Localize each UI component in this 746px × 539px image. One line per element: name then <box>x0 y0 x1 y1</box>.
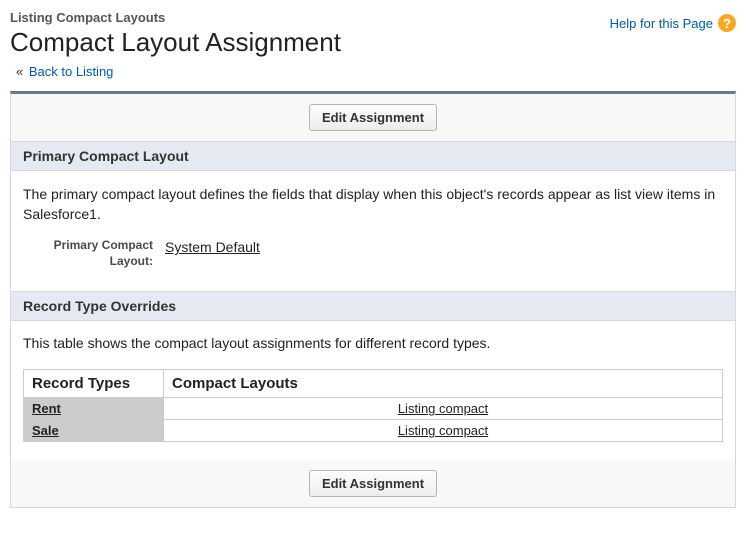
overrides-section-body: This table shows the compact layout assi… <box>11 321 735 460</box>
edit-assignment-button-top[interactable]: Edit Assignment <box>309 104 437 131</box>
record-type-link[interactable]: Rent <box>32 401 61 416</box>
top-button-row: Edit Assignment <box>11 94 735 141</box>
main-panel: Edit Assignment Primary Compact Layout T… <box>10 91 736 508</box>
compact-layout-link[interactable]: Listing compact <box>398 423 488 438</box>
overrides-section-header: Record Type Overrides <box>11 291 735 321</box>
breadcrumb: Listing Compact Layouts <box>10 10 341 25</box>
col-header-compact-layouts: Compact Layouts <box>164 370 723 398</box>
primary-section-header: Primary Compact Layout <box>11 141 735 171</box>
edit-assignment-button-bottom[interactable]: Edit Assignment <box>309 470 437 497</box>
back-to-listing-link[interactable]: Back to Listing <box>29 64 114 79</box>
primary-field-label: Primary Compact Layout: <box>23 238 153 269</box>
primary-compact-layout-link[interactable]: System Default <box>165 239 260 255</box>
table-row: Rent Listing compact <box>24 398 723 420</box>
page-title: Compact Layout Assignment <box>10 27 341 58</box>
compact-layout-link[interactable]: Listing compact <box>398 401 488 416</box>
help-link-label: Help for this Page <box>610 16 713 31</box>
record-type-link[interactable]: Sale <box>32 423 59 438</box>
help-link[interactable]: Help for this Page ? <box>610 14 736 32</box>
overrides-description: This table shows the compact layout assi… <box>23 335 723 351</box>
override-table: Record Types Compact Layouts Rent Listin… <box>23 369 723 442</box>
help-icon: ? <box>718 14 736 32</box>
primary-description: The primary compact layout defines the f… <box>23 185 723 224</box>
back-chevron-icon: « <box>16 64 23 79</box>
col-header-record-types: Record Types <box>24 370 164 398</box>
table-row: Sale Listing compact <box>24 420 723 442</box>
bottom-button-row: Edit Assignment <box>11 460 735 507</box>
primary-section-body: The primary compact layout defines the f… <box>11 171 735 291</box>
